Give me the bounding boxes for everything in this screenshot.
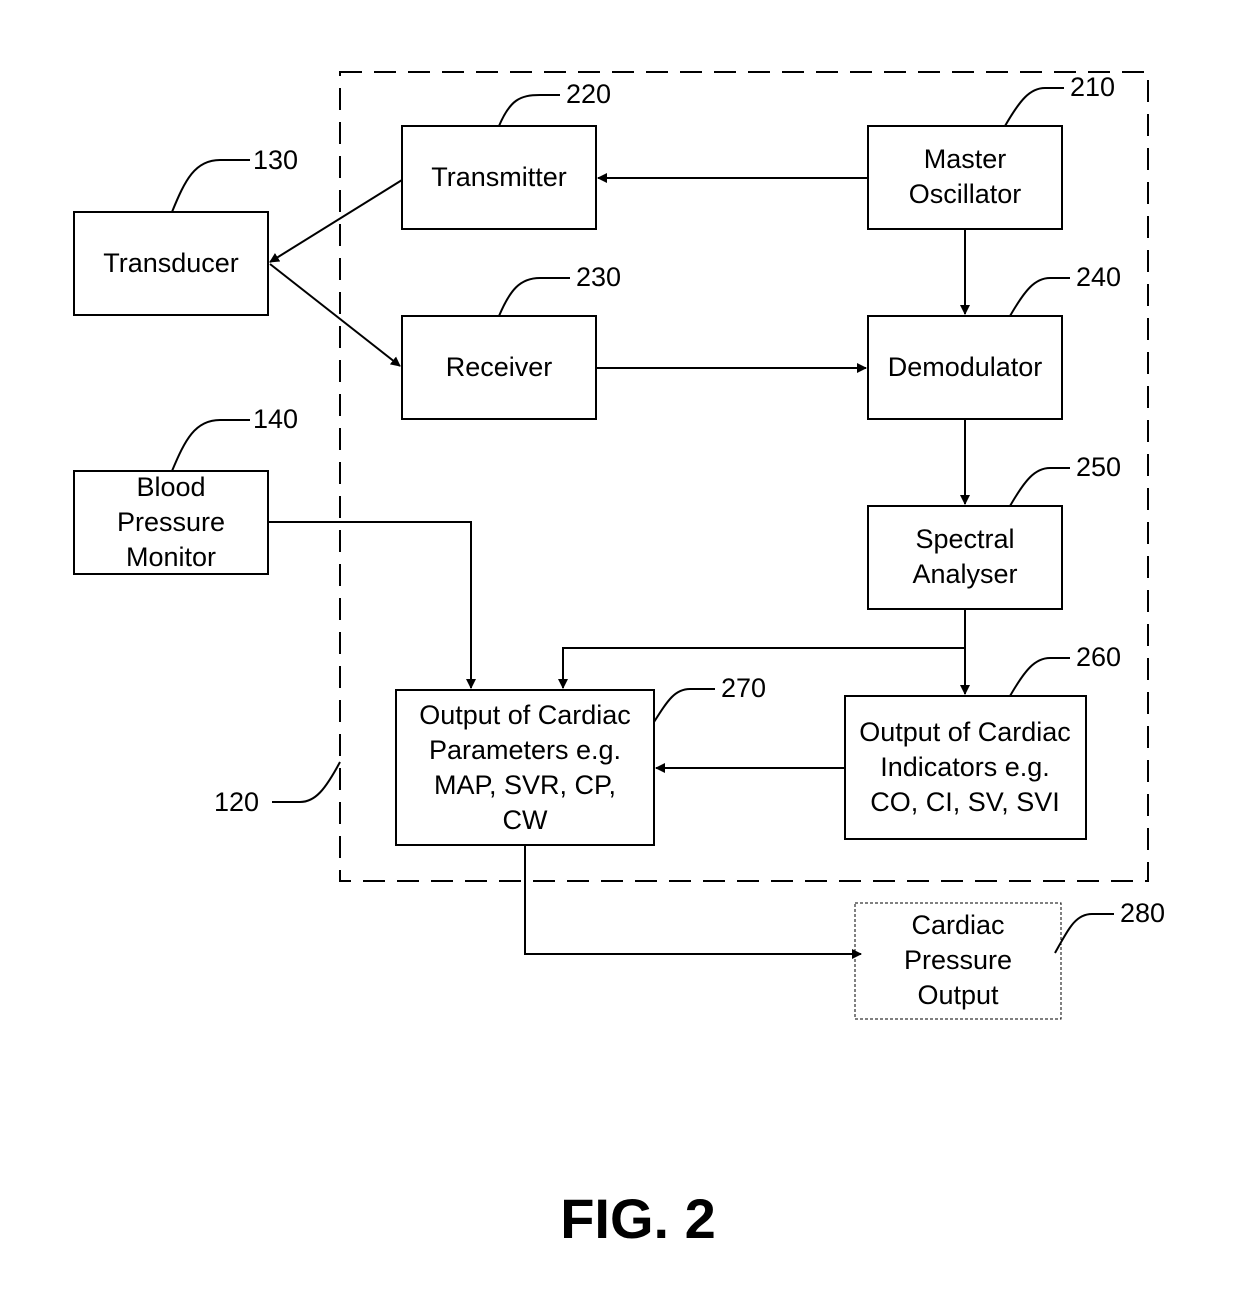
bp-monitor-label-1: Blood	[136, 472, 205, 502]
cardiac-pressure-output-label-3: Output	[917, 980, 999, 1010]
cardiac-parameters-label-4: CW	[503, 805, 548, 835]
cardiac-parameters-label-3: MAP, SVR, CP,	[434, 770, 616, 800]
ref-240: 240	[1076, 262, 1121, 292]
leader-250	[1009, 467, 1070, 507]
ref-210: 210	[1070, 72, 1115, 102]
arrow-transmitter-to-transducer	[269, 179, 403, 263]
bp-monitor-label-2: Pressure	[117, 507, 225, 537]
ref-130: 130	[253, 145, 298, 175]
master-oscillator-label-1: Master	[924, 144, 1007, 174]
leader-140	[171, 419, 250, 472]
leader-130	[171, 159, 250, 213]
transmitter-label: Transmitter	[431, 162, 567, 192]
receiver-label: Receiver	[446, 352, 553, 382]
leader-210	[1004, 87, 1064, 127]
block-diagram: 130 140 220 210 230 240 250 260 270 280 …	[73, 71, 1165, 1250]
ref-140: 140	[253, 404, 298, 434]
leader-260	[1009, 657, 1070, 697]
leader-230	[498, 277, 570, 317]
ref-230: 230	[576, 262, 621, 292]
leader-280	[1054, 913, 1114, 954]
cardiac-indicators-label-1: Output of Cardiac	[859, 717, 1071, 747]
ref-120: 120	[214, 787, 259, 817]
cardiac-indicators-label-2: Indicators e.g.	[880, 752, 1050, 782]
leader-220	[498, 94, 560, 127]
master-oscillator-label-2: Oscillator	[909, 179, 1022, 209]
transducer-label: Transducer	[103, 248, 239, 278]
bp-monitor-label-3: Monitor	[126, 542, 216, 572]
arrow-bp-monitor-to-parameters	[268, 521, 476, 689]
master-oscillator-block	[867, 125, 1063, 230]
cardiac-parameters-label-1: Output of Cardiac	[419, 700, 631, 730]
leader-120	[272, 761, 341, 803]
demodulator-label: Demodulator	[888, 352, 1043, 382]
cardiac-parameters-label-2: Parameters e.g.	[429, 735, 621, 765]
ref-270: 270	[721, 673, 766, 703]
cardiac-pressure-output-label-2: Pressure	[904, 945, 1012, 975]
leader-270	[653, 688, 715, 723]
spectral-analyser-label-2: Analyser	[912, 559, 1017, 589]
ref-250: 250	[1076, 452, 1121, 482]
spectral-analyser-block	[867, 505, 1063, 610]
ref-280: 280	[1120, 898, 1165, 928]
cardiac-indicators-label-3: CO, CI, SV, SVI	[870, 787, 1060, 817]
ref-220: 220	[566, 79, 611, 109]
ref-260: 260	[1076, 642, 1121, 672]
arrow-transducer-to-receiver	[269, 263, 401, 367]
spectral-analyser-label-1: Spectral	[915, 524, 1014, 554]
leader-240	[1009, 277, 1070, 317]
cardiac-pressure-output-label-1: Cardiac	[911, 910, 1004, 940]
arrow-parameters-to-output	[524, 845, 862, 959]
figure-label: FIG. 2	[560, 1187, 716, 1250]
